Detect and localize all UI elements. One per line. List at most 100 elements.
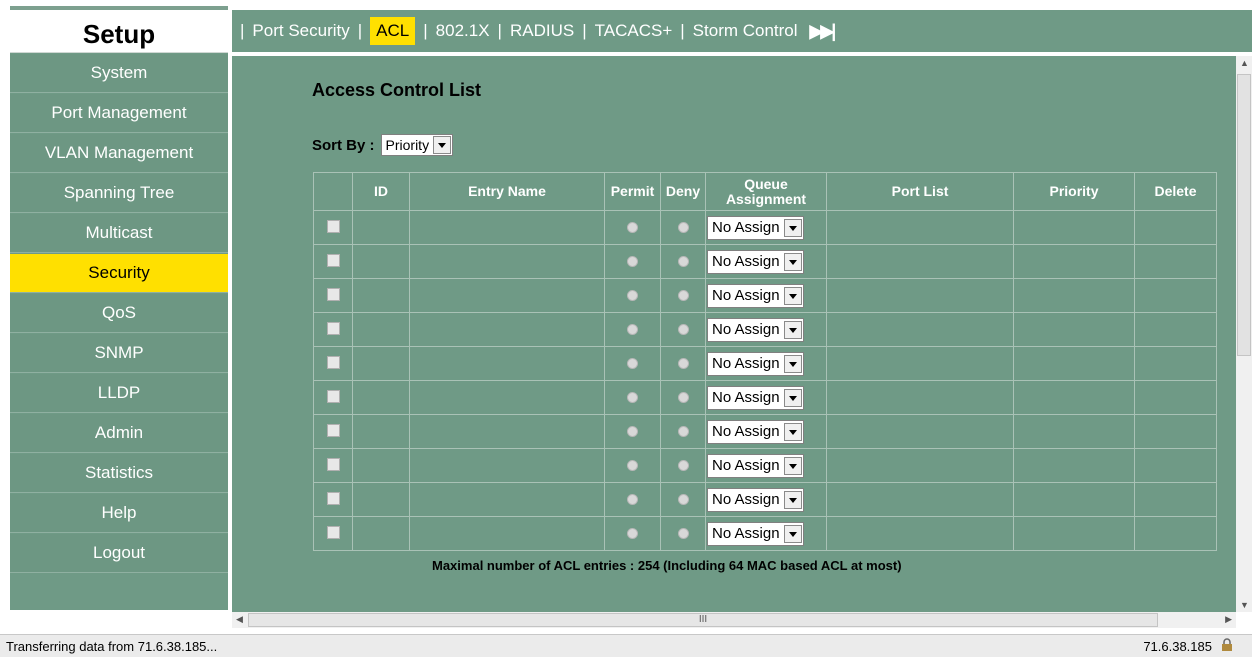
sidebar-item-admin[interactable]: Admin: [10, 414, 228, 453]
row-queue-cell: No Assign: [705, 210, 827, 245]
row-select-cell: [313, 210, 353, 245]
row-queue-cell: No Assign: [705, 278, 827, 313]
deny-radio[interactable]: [677, 357, 689, 369]
sort-select[interactable]: Priority: [380, 134, 454, 156]
sidebar-item-security[interactable]: Security: [10, 254, 228, 293]
row-select-cell: [313, 414, 353, 449]
queue-assignment-select[interactable]: No Assign: [707, 419, 804, 444]
vertical-scrollbar[interactable]: ▲ ▼: [1236, 56, 1252, 612]
row-id: [352, 210, 410, 245]
chevron-down-icon: [783, 218, 802, 237]
deny-radio[interactable]: [677, 527, 689, 539]
sidebar-item-port-management[interactable]: Port Management: [10, 94, 228, 133]
row-checkbox[interactable]: [326, 457, 340, 471]
row-checkbox[interactable]: [326, 525, 340, 539]
col-port-list: Port List: [826, 172, 1014, 211]
scroll-right-icon[interactable]: ▶: [1225, 614, 1232, 625]
deny-radio[interactable]: [677, 323, 689, 335]
row-id: [352, 278, 410, 313]
sidebar-item-logout[interactable]: Logout: [10, 534, 228, 573]
permit-radio[interactable]: [627, 289, 638, 301]
row-select-cell: [313, 380, 353, 415]
permit-radio[interactable]: [627, 357, 638, 369]
row-id: [352, 380, 410, 415]
queue-assignment-value: No Assign: [712, 423, 780, 440]
deny-radio[interactable]: [677, 255, 689, 267]
row-priority: [1013, 516, 1135, 551]
queue-assignment-select[interactable]: No Assign: [707, 283, 804, 308]
permit-radio[interactable]: [627, 527, 638, 539]
queue-assignment-select[interactable]: No Assign: [707, 215, 804, 240]
row-checkbox[interactable]: [326, 491, 340, 505]
tab-radius[interactable]: RADIUS: [510, 21, 574, 41]
queue-assignment-select[interactable]: No Assign: [707, 487, 804, 512]
row-checkbox[interactable]: [326, 287, 340, 301]
sidebar-item-qos[interactable]: QoS: [10, 294, 228, 333]
sidebar-item-multicast[interactable]: Multicast: [10, 214, 228, 253]
horizontal-scroll-thumb[interactable]: III: [248, 613, 1158, 627]
sidebar-item-help[interactable]: Help: [10, 494, 228, 533]
queue-assignment-select[interactable]: No Assign: [707, 249, 804, 274]
deny-radio[interactable]: [677, 425, 689, 437]
permit-radio[interactable]: [627, 391, 638, 403]
queue-assignment-select[interactable]: No Assign: [707, 453, 804, 478]
queue-assignment-select[interactable]: No Assign: [707, 385, 804, 410]
sidebar-item-spanning-tree[interactable]: Spanning Tree: [10, 174, 228, 213]
table-row: No Assign: [313, 380, 1217, 415]
row-checkbox[interactable]: [326, 423, 340, 437]
sidebar-item-system[interactable]: System: [10, 54, 228, 93]
table-row: No Assign: [313, 244, 1217, 279]
tab-storm-control[interactable]: Storm Control: [693, 21, 798, 41]
chevron-down-icon: [783, 354, 802, 373]
row-checkbox[interactable]: [326, 253, 340, 267]
permit-radio[interactable]: [627, 493, 638, 505]
permit-radio[interactable]: [627, 323, 638, 335]
permit-radio[interactable]: [627, 459, 638, 471]
scroll-up-icon[interactable]: ▲: [1240, 58, 1249, 68]
deny-radio[interactable]: [677, 221, 689, 233]
queue-assignment-value: No Assign: [712, 389, 780, 406]
status-host: 71.6.38.185: [1143, 639, 1212, 654]
row-checkbox[interactable]: [326, 219, 340, 233]
table-row: No Assign: [313, 278, 1217, 313]
permit-radio[interactable]: [627, 221, 638, 233]
tab-acl[interactable]: ACL: [370, 17, 416, 45]
tab-port-security[interactable]: Port Security: [252, 21, 349, 41]
tab-802-1x[interactable]: 802.1X: [436, 21, 490, 41]
row-delete: [1134, 380, 1217, 415]
queue-assignment-select[interactable]: No Assign: [707, 351, 804, 376]
tab-tacacs[interactable]: TACACS+: [595, 21, 673, 41]
table-header-row: ID Entry Name Permit Deny Queue Assignme…: [313, 172, 1217, 211]
deny-radio[interactable]: [677, 459, 689, 471]
sidebar-item-lldp[interactable]: LLDP: [10, 374, 228, 413]
sidebar-item-vlan-management[interactable]: VLAN Management: [10, 134, 228, 173]
queue-assignment-select[interactable]: No Assign: [707, 317, 804, 342]
table-row: No Assign: [313, 482, 1217, 517]
sidebar-item-snmp[interactable]: SNMP: [10, 334, 228, 373]
queue-assignment-select[interactable]: No Assign: [707, 521, 804, 546]
sidebar-item-statistics[interactable]: Statistics: [10, 454, 228, 493]
col-priority: Priority: [1013, 172, 1135, 211]
table-row: No Assign: [313, 414, 1217, 449]
deny-radio[interactable]: [677, 493, 689, 505]
row-delete: [1134, 414, 1217, 449]
row-checkbox[interactable]: [326, 355, 340, 369]
row-deny-cell: [660, 278, 706, 313]
deny-radio[interactable]: [677, 391, 689, 403]
row-delete: [1134, 210, 1217, 245]
row-delete: [1134, 346, 1217, 381]
col-entry-name: Entry Name: [409, 172, 605, 211]
next-tabs-icon[interactable]: ▶▶|: [810, 21, 837, 42]
scroll-down-icon[interactable]: ▼: [1240, 600, 1249, 610]
permit-radio[interactable]: [627, 255, 638, 267]
row-checkbox[interactable]: [326, 321, 340, 335]
row-checkbox[interactable]: [326, 389, 340, 403]
row-id: [352, 414, 410, 449]
vertical-scroll-thumb[interactable]: [1237, 74, 1251, 356]
permit-radio[interactable]: [627, 425, 638, 437]
deny-radio[interactable]: [677, 289, 689, 301]
scroll-left-icon[interactable]: ◀: [236, 614, 243, 625]
acl-table: ID Entry Name Permit Deny Queue Assignme…: [313, 172, 1217, 551]
row-deny-cell: [660, 346, 706, 381]
horizontal-scrollbar[interactable]: ◀ III ▶: [232, 612, 1236, 628]
